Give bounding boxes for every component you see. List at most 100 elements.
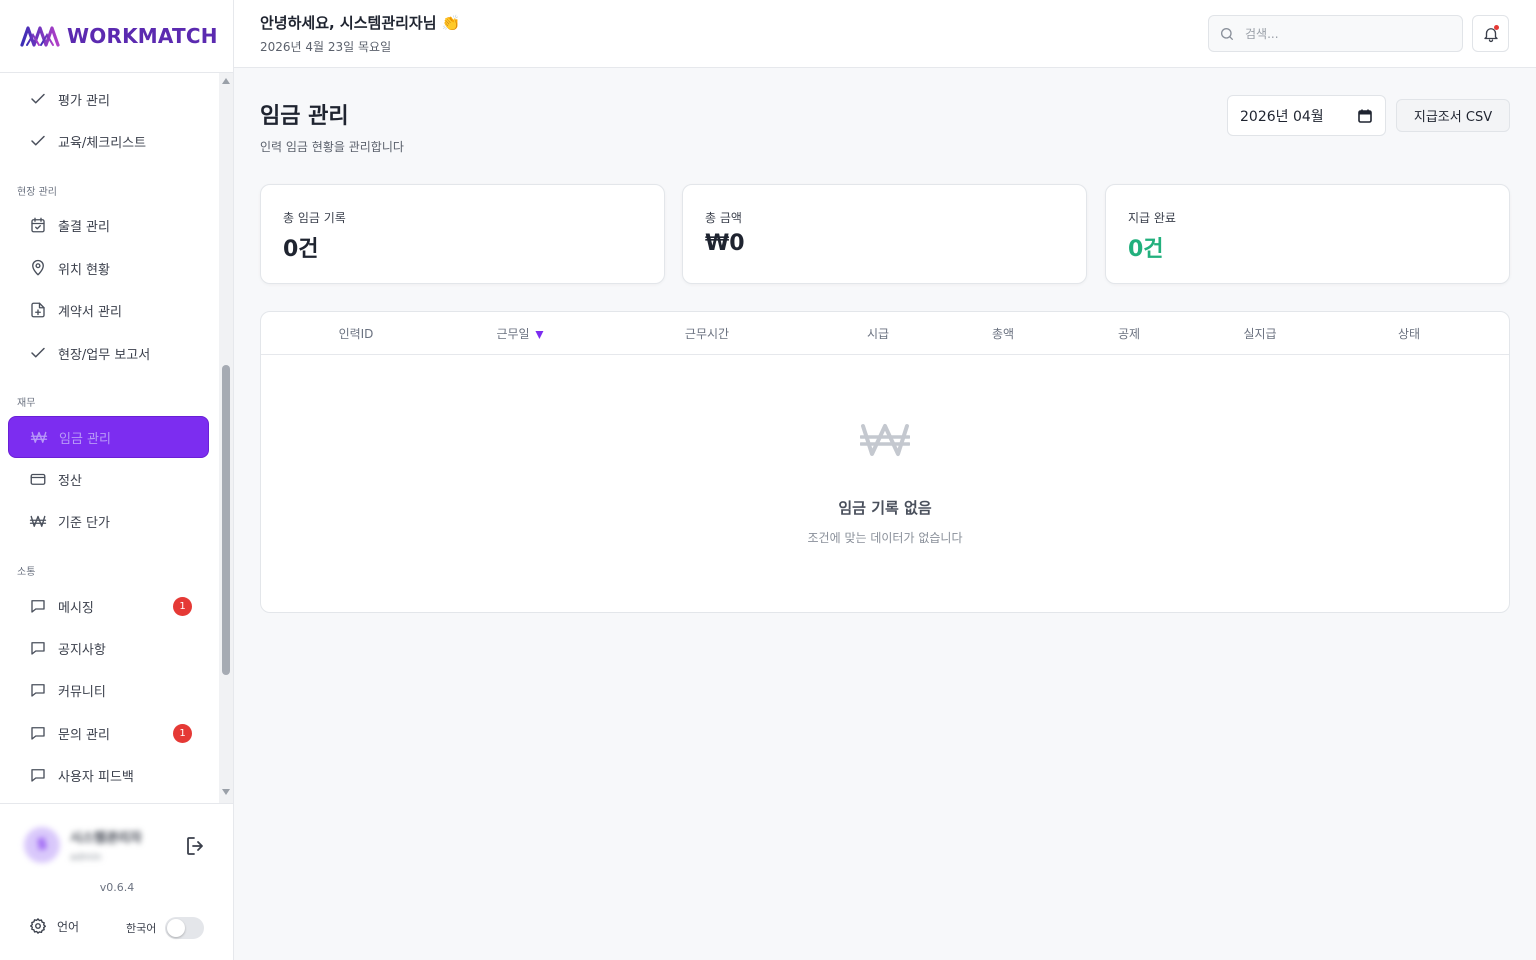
greeting: 안녕하세요, 시스템관리자님 👏 [260,14,461,32]
sidebar-item-attendance[interactable]: 출결 관리 [8,204,209,246]
sidebar-item-notices[interactable]: 공지사항 [8,627,209,669]
scrollbar-thumb[interactable] [222,365,230,675]
stat-label: 총 임금 기록 [283,211,346,225]
scroll-down-arrow-icon[interactable] [222,789,230,795]
won-icon [30,428,48,446]
column-header-status[interactable]: 상태 [1398,325,1420,342]
section-title-communication: 소통 [17,567,36,578]
sidebar-item-label: 문의 관리 [58,727,110,743]
column-header-net-pay[interactable]: 실지급 [1243,325,1276,342]
message-icon [29,681,47,699]
user-profile[interactable]: S 시스템관리자 admin [24,822,184,868]
export-csv-button[interactable]: 지급조서 CSV [1396,99,1510,132]
empty-state-subtitle: 조건에 맞는 데이터가 없습니다 [807,531,963,545]
divider [0,803,234,804]
search-icon [1221,27,1233,40]
sidebar: WORKMATCH 평가 관리 교육/체크리스트 현장 관리 출결 관리 위치 … [0,0,234,960]
logo[interactable]: WORKMATCH [20,22,218,50]
stat-value: ₩0 [705,231,745,256]
sidebar-item-reports[interactable]: 현장/업무 보고서 [8,332,209,374]
sidebar-item-wages[interactable]: 임금 관리 [8,416,209,458]
unread-badge: 1 [173,597,192,616]
sidebar-item-label: 공지사항 [58,642,106,658]
credit-card-icon [29,470,47,488]
settings-language[interactable]: 언어 [29,917,79,935]
column-header-worker-id[interactable]: 인력ID [339,325,374,342]
stat-card-total-amount: 총 금액 ₩0 [682,184,1087,284]
logout-icon [187,837,203,855]
current-date: 2026년 4월 23일 목요일 [260,40,392,54]
sidebar-item-label: 기준 단가 [58,515,110,531]
sort-desc-icon [535,331,544,339]
column-header-label: 근무일 [496,327,530,341]
settings-label: 언어 [57,919,80,934]
stat-card-total-records: 총 임금 기록 0건 [260,184,665,284]
app-version: v0.6.4 [99,881,135,894]
avatar: S [24,827,60,863]
calendar-icon [29,216,47,234]
sidebar-item-label: 교육/체크리스트 [58,135,147,151]
stat-label: 지급 완료 [1128,211,1176,225]
sidebar-item-label: 정산 [58,473,82,489]
language-toggle[interactable] [165,917,204,939]
won-icon [860,424,910,456]
sidebar-item-evaluation[interactable]: 평가 관리 [8,78,209,120]
sidebar-item-inquiries[interactable]: 문의 관리 1 [8,712,209,754]
column-header-hourly-wage[interactable]: 시급 [867,325,889,342]
sidebar-item-label: 임금 관리 [59,431,111,447]
top-bar: 안녕하세요, 시스템관리자님 👏 2026년 4월 23일 목요일 [234,0,1536,68]
sidebar-item-label: 현장/업무 보고서 [58,347,151,363]
user-role: admin [70,852,102,863]
sidebar-item-label: 위치 현황 [58,262,110,278]
calendar-icon[interactable] [1358,109,1372,123]
page-title: 임금 관리 [260,104,349,129]
sidebar-item-messaging[interactable]: 메시징 1 [8,585,209,627]
sidebar-item-contracts[interactable]: 계약서 관리 [8,289,209,331]
search-input[interactable] [1245,26,1445,41]
workmatch-logo-icon [20,26,60,47]
notification-dot [1494,25,1499,30]
table-header: 인력ID 근무일 근무시간 시급 총액 공제 실지급 상태 [261,312,1509,355]
sidebar-item-label: 계약서 관리 [58,304,122,320]
scroll-up-arrow-icon[interactable] [222,78,230,84]
empty-state-title: 임금 기록 없음 [838,499,932,517]
gear-icon [29,918,47,934]
notifications-button[interactable] [1472,15,1509,52]
map-pin-icon [29,259,47,277]
sidebar-item-training[interactable]: 교육/체크리스트 [8,120,209,162]
column-header-work-hours[interactable]: 근무시간 [685,325,729,342]
sidebar-item-label: 메시징 [58,600,94,616]
sidebar-item-label: 평가 관리 [58,93,110,109]
sidebar-nav: 평가 관리 교육/체크리스트 현장 관리 출결 관리 위치 현황 계약서 관리 … [0,73,218,803]
unread-badge: 1 [173,724,192,743]
message-icon [29,597,47,615]
file-plus-icon [29,301,47,319]
sidebar-item-base-rate[interactable]: 기준 단가 [8,500,209,542]
user-name: 시스템관리자 [70,831,142,846]
sidebar-item-community[interactable]: 커뮤니티 [8,669,209,711]
page-subtitle: 인력 임금 현황을 관리합니다 [260,140,404,154]
column-header-deduction[interactable]: 공제 [1118,325,1140,342]
stat-value: 0건 [283,237,319,262]
sidebar-item-settlement[interactable]: 정산 [8,458,209,500]
logo-text: WORKMATCH [67,24,218,48]
wage-table: 인력ID 근무일 근무시간 시급 총액 공제 실지급 상태 임금 기록 없음 조… [260,311,1510,613]
sidebar-item-label: 사용자 피드백 [58,769,134,785]
check-icon [29,132,47,150]
logout-button[interactable] [184,834,208,858]
sidebar-item-location[interactable]: 위치 현황 [8,247,209,289]
column-header-work-date[interactable]: 근무일 [496,325,544,342]
stat-label: 총 금액 [705,211,742,225]
month-picker[interactable]: 2026년 04월 [1227,95,1386,136]
message-icon [29,639,47,657]
message-icon [29,766,47,784]
section-title-finance: 재무 [17,398,36,409]
column-header-total[interactable]: 총액 [992,325,1014,342]
message-icon [29,724,47,742]
sidebar-scrollbar[interactable] [219,73,233,803]
section-title-field: 현장 관리 [17,187,57,198]
sidebar-item-feedback[interactable]: 사용자 피드백 [8,754,209,796]
language-label: 한국어 [126,922,157,935]
search-box[interactable] [1208,15,1463,52]
sidebar-item-label: 커뮤니티 [58,684,106,700]
